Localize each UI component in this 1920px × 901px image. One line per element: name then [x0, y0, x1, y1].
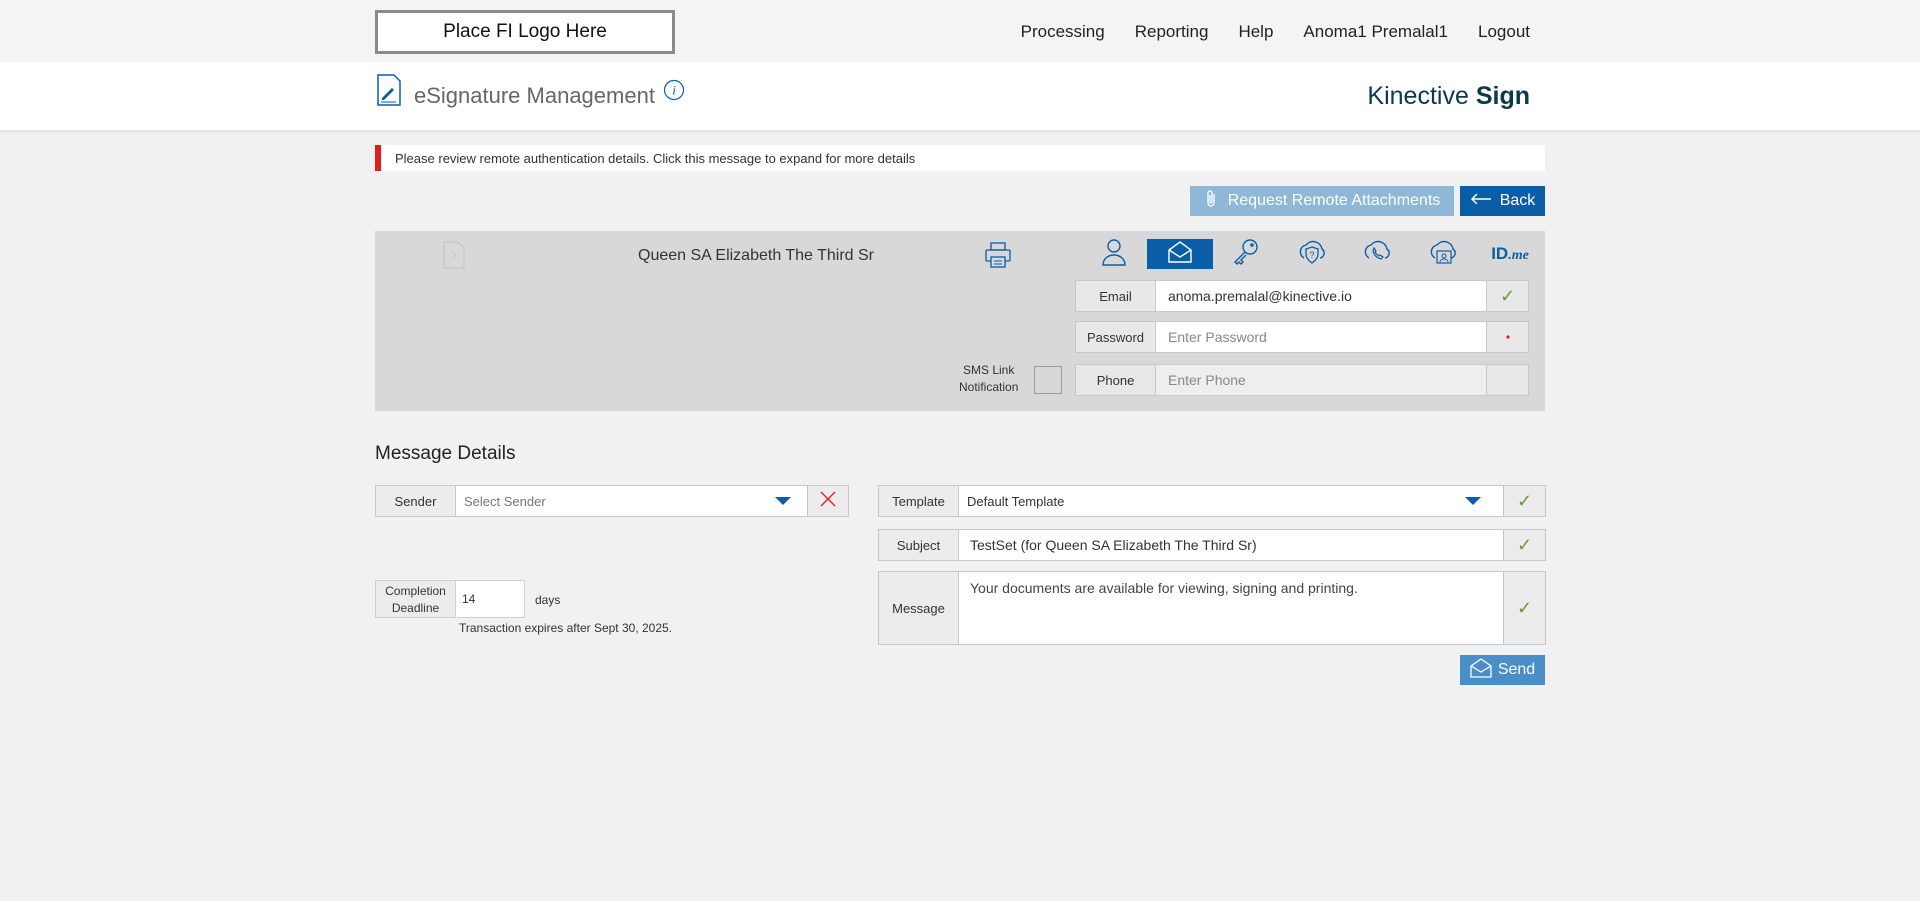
- email-icon: [1470, 657, 1492, 683]
- nav-logout[interactable]: Logout: [1478, 22, 1530, 42]
- close-icon: [820, 491, 836, 512]
- sms-link-notification-checkbox[interactable]: [1034, 366, 1062, 394]
- subject-row: Subject TestSet (for Queen SA Elizabeth …: [878, 529, 1546, 561]
- top-bar: Place FI Logo Here Processing Reporting …: [0, 0, 1920, 62]
- days-label: days: [535, 593, 561, 607]
- id-card-icon: [1429, 238, 1459, 271]
- page-title: eSignature Management: [414, 83, 655, 108]
- nav-reporting[interactable]: Reporting: [1135, 22, 1209, 42]
- chevron-down-icon: [1465, 497, 1481, 505]
- subject-label: Subject: [878, 529, 959, 561]
- message-details-title: Message Details: [375, 443, 516, 464]
- phone-label: Phone: [1075, 364, 1156, 396]
- recipient-name: Queen SA Elizabeth The Third Sr: [638, 247, 874, 264]
- sender-row: Sender Select Sender: [375, 485, 849, 517]
- auth-tab-kba[interactable]: ?: [1279, 239, 1345, 269]
- sender-select[interactable]: Select Sender: [456, 485, 808, 517]
- password-required-icon: [1487, 321, 1529, 353]
- arrow-left-icon: [1470, 192, 1492, 210]
- document-icon: [443, 241, 465, 274]
- paperclip-icon: [1204, 189, 1218, 214]
- sender-label: Sender: [375, 485, 456, 517]
- idme-text: ID: [1491, 244, 1509, 263]
- idme-logo: ID.me: [1491, 244, 1529, 264]
- sms-label-line2: Notification: [959, 380, 1019, 394]
- request-remote-attachments-label: Request Remote Attachments: [1227, 192, 1441, 209]
- nav-user-name[interactable]: Anoma1 Premalal1: [1303, 22, 1448, 42]
- sender-clear-button[interactable]: [808, 485, 849, 517]
- message-row: Message Your documents are available for…: [878, 571, 1546, 645]
- back-label: Back: [1499, 192, 1536, 209]
- subject-valid-check-icon: ✓: [1504, 529, 1546, 561]
- back-button[interactable]: Back: [1460, 186, 1545, 216]
- email-row: Email ✓: [1075, 280, 1529, 312]
- sms-link-notification-label: SMS Link Notification: [959, 362, 1018, 396]
- auth-tab-idme[interactable]: ID.me: [1477, 239, 1543, 269]
- brand-light: Kinective: [1367, 82, 1469, 110]
- auth-tab-id[interactable]: [1411, 239, 1477, 269]
- signature-document-icon: [376, 74, 402, 111]
- email-icon: [1167, 240, 1193, 269]
- info-icon[interactable]: i: [663, 79, 685, 106]
- completion-deadline-input[interactable]: [456, 580, 525, 618]
- sms-label-line1: SMS Link: [963, 363, 1015, 377]
- password-row: Password: [1075, 321, 1529, 353]
- subject-value: TestSet (for Queen SA Elizabeth The Thir…: [970, 537, 1257, 553]
- send-label: Send: [1497, 661, 1536, 678]
- phone-icon: [1363, 238, 1393, 271]
- message-label: Message: [878, 571, 959, 645]
- template-value: Default Template: [967, 493, 1065, 509]
- template-select[interactable]: Default Template: [959, 485, 1504, 517]
- request-remote-attachments-button[interactable]: Request Remote Attachments: [1190, 186, 1454, 216]
- auth-tab-email[interactable]: [1147, 239, 1213, 269]
- brand-bold: Sign: [1475, 82, 1530, 110]
- person-icon: [1101, 238, 1127, 271]
- password-field[interactable]: [1156, 321, 1487, 353]
- completion-deadline-label: Completion Deadline: [375, 580, 456, 618]
- top-nav: Processing Reporting Help Anoma1 Premala…: [1021, 22, 1530, 42]
- svg-text:i: i: [672, 83, 676, 98]
- transaction-expiry-text: Transaction expires after Sept 30, 2025.: [459, 621, 673, 635]
- template-row: Template Default Template ✓: [878, 485, 1546, 517]
- subject-field[interactable]: TestSet (for Queen SA Elizabeth The Thir…: [959, 529, 1504, 561]
- auth-tab-key[interactable]: [1213, 238, 1279, 271]
- phone-row: Phone: [1075, 364, 1529, 396]
- deadline-label-line2: Deadline: [391, 601, 440, 615]
- printer-icon[interactable]: [984, 241, 1012, 274]
- send-button[interactable]: Send: [1460, 655, 1545, 685]
- recipient-panel: Queen SA Elizabeth The Third Sr ? ID.me …: [375, 231, 1545, 411]
- brand-logo: Kinective Sign: [1367, 82, 1530, 111]
- template-label: Template: [878, 485, 959, 517]
- auth-method-tabs: ? ID.me: [1081, 238, 1543, 271]
- sender-placeholder: Select Sender: [464, 493, 546, 509]
- fi-logo-placeholder: Place FI Logo Here: [375, 10, 675, 54]
- shield-question-icon: ?: [1297, 238, 1327, 271]
- auth-tab-person[interactable]: [1081, 238, 1147, 271]
- phone-status: [1487, 364, 1529, 396]
- phone-field[interactable]: [1156, 364, 1487, 396]
- email-field[interactable]: [1156, 280, 1487, 312]
- app-header: eSignature Management i Kinective Sign: [0, 62, 1920, 130]
- idme-suffix: .me: [1508, 248, 1529, 263]
- email-label: Email: [1075, 280, 1156, 312]
- key-icon: [1232, 238, 1260, 271]
- chevron-down-icon: [775, 497, 791, 505]
- nav-help[interactable]: Help: [1238, 22, 1273, 42]
- password-label: Password: [1075, 321, 1156, 353]
- auth-alert-message[interactable]: Please review remote authentication deta…: [375, 145, 1545, 171]
- template-valid-check-icon: ✓: [1504, 485, 1546, 517]
- deadline-label-line1: Completion: [385, 584, 446, 598]
- auth-tab-phone[interactable]: [1345, 239, 1411, 269]
- svg-text:?: ?: [1309, 250, 1314, 260]
- nav-processing[interactable]: Processing: [1021, 22, 1105, 42]
- email-valid-check-icon: ✓: [1487, 280, 1529, 312]
- message-valid-check-icon: ✓: [1504, 571, 1546, 645]
- message-textarea[interactable]: Your documents are available for viewing…: [959, 571, 1504, 645]
